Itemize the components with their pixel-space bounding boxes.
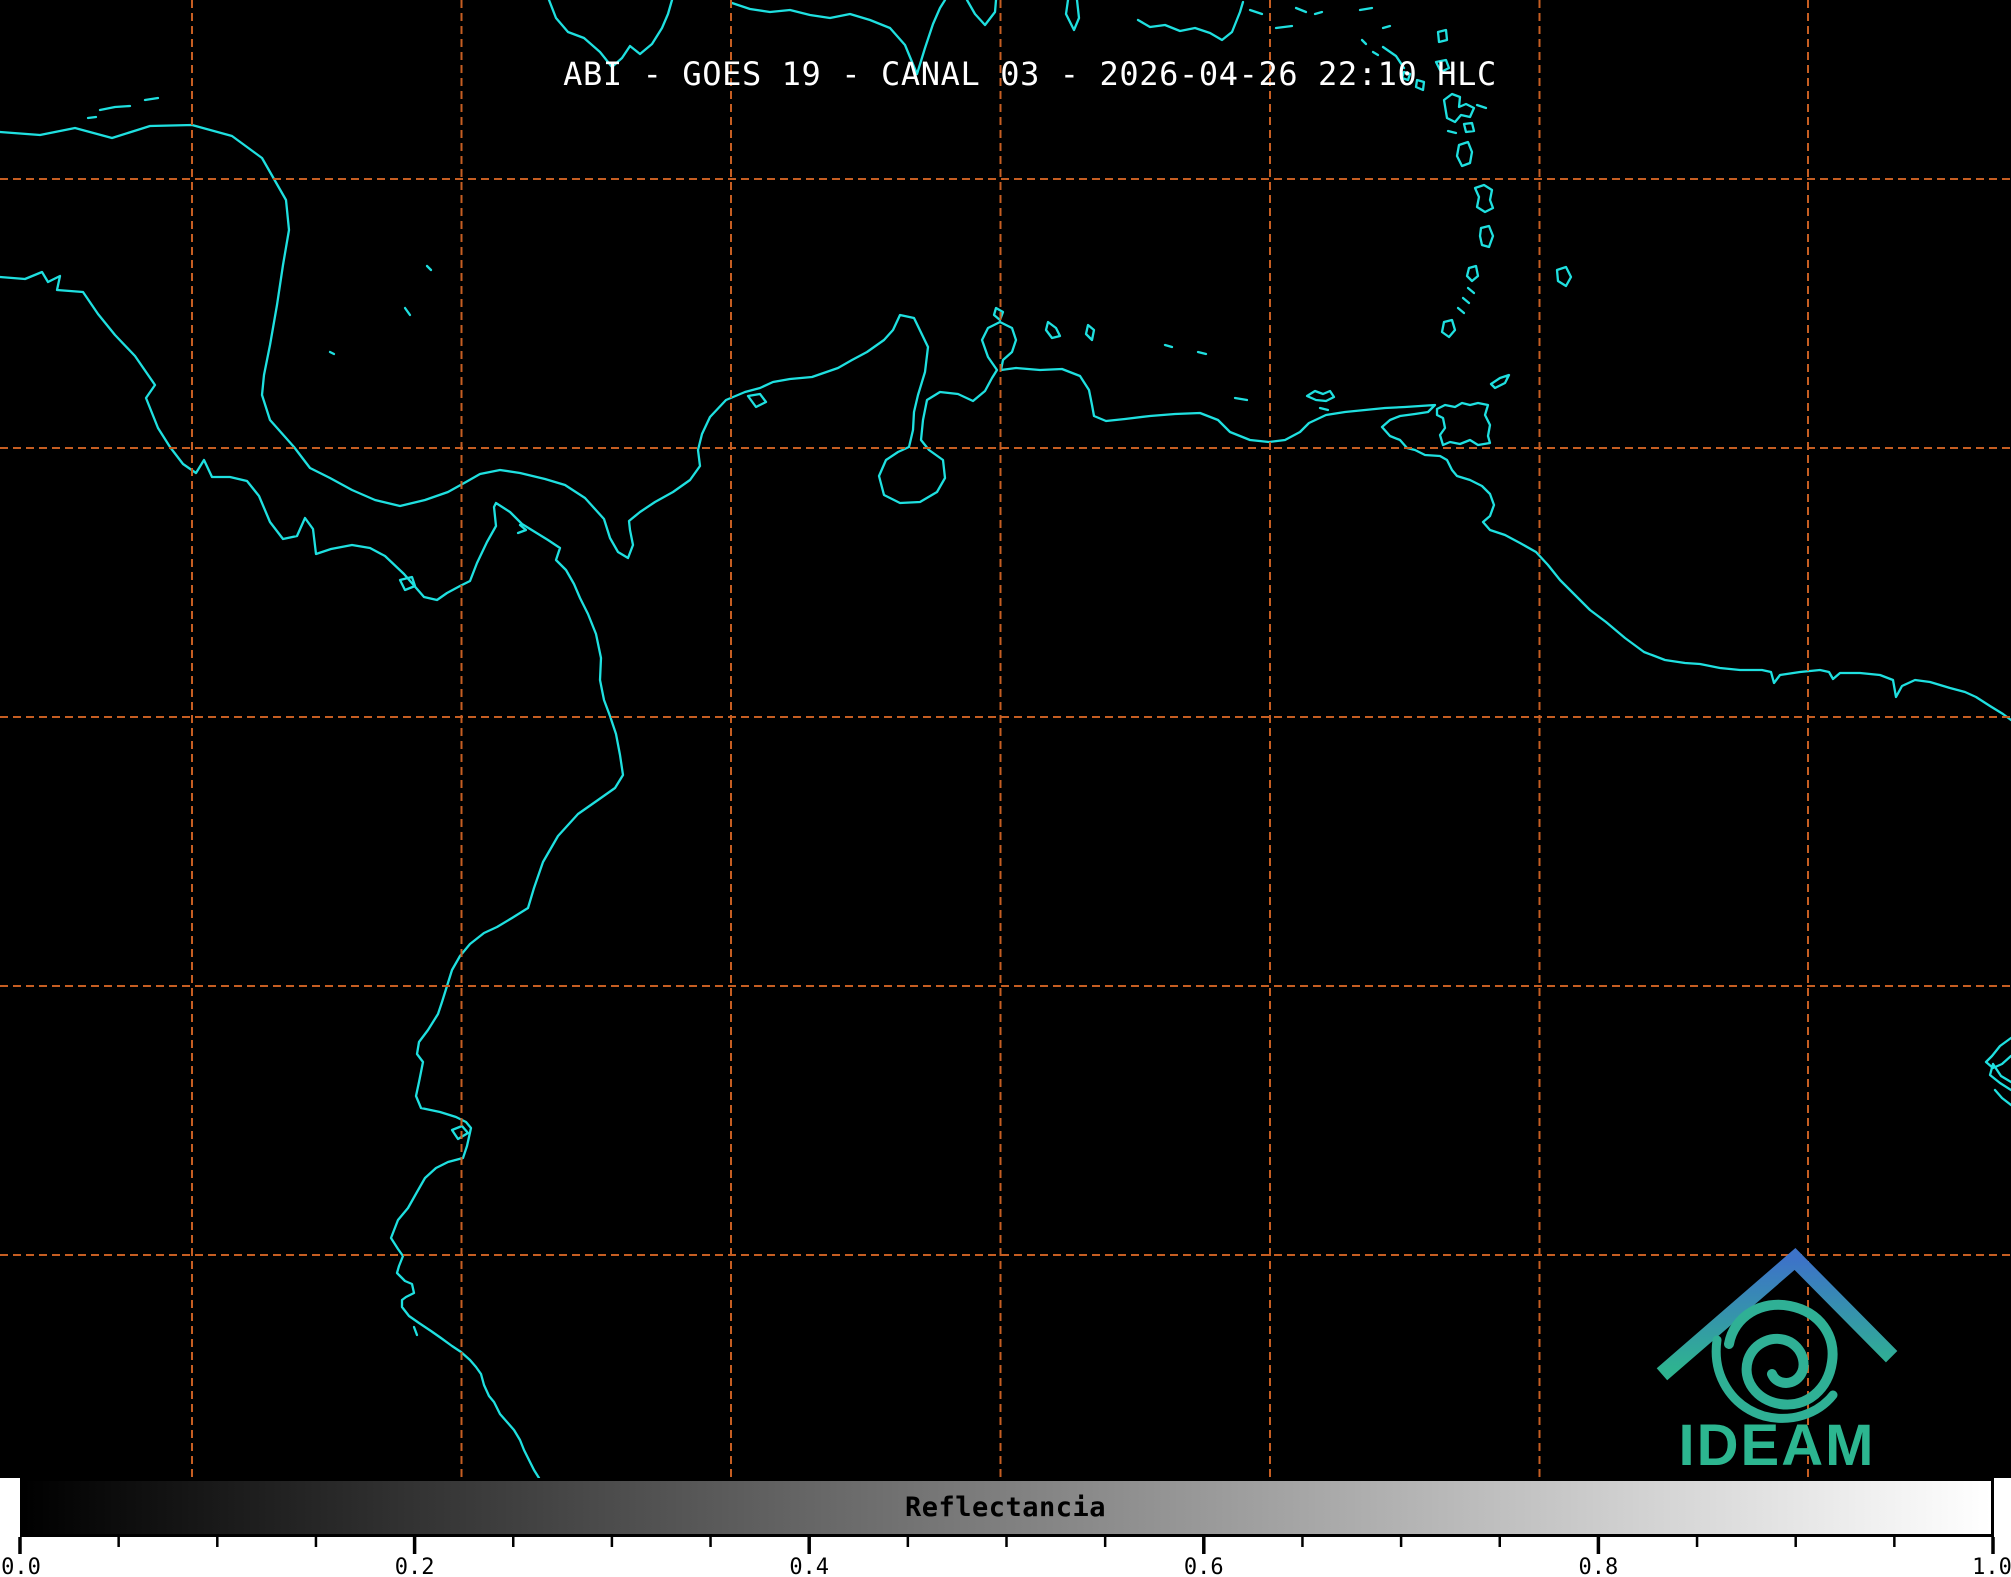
- colorbar-tick-label: 0.0: [1, 1555, 41, 1577]
- island-st-vincent: [1467, 266, 1478, 281]
- coastline-amazon-river-bank-c: [1995, 1090, 2011, 1105]
- island-barbuda: [1438, 30, 1447, 42]
- island-les-saintes: [1448, 131, 1456, 133]
- island-lobos-de-tierra: [414, 1327, 417, 1335]
- island-tobago: [1491, 375, 1509, 388]
- island-barbados: [1557, 267, 1571, 286]
- island-virgin-isles-b: [1315, 12, 1322, 14]
- image-title: ABI - GOES 19 - CANAL 03 - 2026-04-26 22…: [0, 55, 2011, 93]
- island-cienaga-santa-marta: [748, 394, 766, 407]
- island-marie-galante: [1464, 123, 1474, 132]
- island-vieques: [1250, 10, 1262, 14]
- island-guadeloupe: [1444, 94, 1474, 122]
- island-san-andres: [405, 308, 410, 315]
- coastline-amazon-river-bank-a: [1986, 1038, 2011, 1068]
- island-coche: [1320, 408, 1328, 410]
- colorbar-tick-label: 0.4: [789, 1555, 829, 1577]
- satellite-figure: IDEAM ABI - GOES 19 - CANAL 03 - 2026-04…: [0, 0, 2011, 1577]
- coastline-mona-fragment: [1066, 0, 1079, 30]
- colorbar-ticks: 0.0 0.2 0.4 0.6 0.8 1.0: [0, 1537, 2011, 1577]
- colorbar-tick-label: 0.8: [1579, 1555, 1619, 1577]
- island-curacao: [1046, 322, 1060, 338]
- island-grenadines-c: [1458, 308, 1464, 313]
- ideam-logo: IDEAM: [1645, 1238, 1905, 1488]
- island-dominica: [1457, 142, 1472, 166]
- island-corn-island: [330, 352, 334, 354]
- island-los-roques: [1165, 345, 1172, 347]
- island-st-martin: [1360, 8, 1372, 10]
- island-puna: [452, 1126, 468, 1139]
- island-st-barth: [1383, 26, 1390, 28]
- island-guanaja: [145, 98, 158, 100]
- colorbar-tick-label: 0.2: [395, 1555, 435, 1577]
- island-orchila: [1198, 352, 1206, 354]
- island-utila: [88, 117, 96, 118]
- island-grenadines-b: [1463, 298, 1469, 303]
- colorbar-tick-label: 0.6: [1184, 1555, 1224, 1577]
- coastline-puerto-rico-south-coast: [1138, 2, 1243, 40]
- island-st-croix: [1276, 26, 1292, 28]
- island-saba: [1362, 40, 1366, 44]
- island-virgin-isles-a: [1296, 8, 1306, 12]
- logo-roof-icon: [1668, 1259, 1886, 1369]
- logo-text: IDEAM: [1679, 1413, 1876, 1478]
- island-st-lucia: [1480, 226, 1493, 247]
- colorbar-tick-label: 1.0: [1972, 1555, 2011, 1577]
- colorbar-label: Reflectancia: [0, 1492, 2011, 1523]
- island-bonaire: [1086, 325, 1094, 340]
- island-la-desirade: [1477, 105, 1486, 108]
- island-providencia: [427, 266, 431, 270]
- island-margarita: [1307, 391, 1334, 401]
- island-grenada: [1442, 320, 1455, 337]
- island-aruba: [994, 308, 1003, 320]
- island-grenadines-a: [1468, 288, 1474, 293]
- island-martinique: [1475, 185, 1493, 212]
- logo-hurricane-swirl-icon: [1729, 1305, 1833, 1405]
- island-trinidad: [1437, 403, 1490, 445]
- island-tortuga: [1235, 398, 1247, 400]
- coastline-caribbean-mainland-coast: [0, 125, 2011, 720]
- island-roatan: [100, 106, 130, 110]
- coastline-pacific-coast: [0, 272, 623, 1478]
- map-area: IDEAM ABI - GOES 19 - CANAL 03 - 2026-04…: [0, 0, 2011, 1478]
- coastline-barahona-fragment: [967, 0, 996, 25]
